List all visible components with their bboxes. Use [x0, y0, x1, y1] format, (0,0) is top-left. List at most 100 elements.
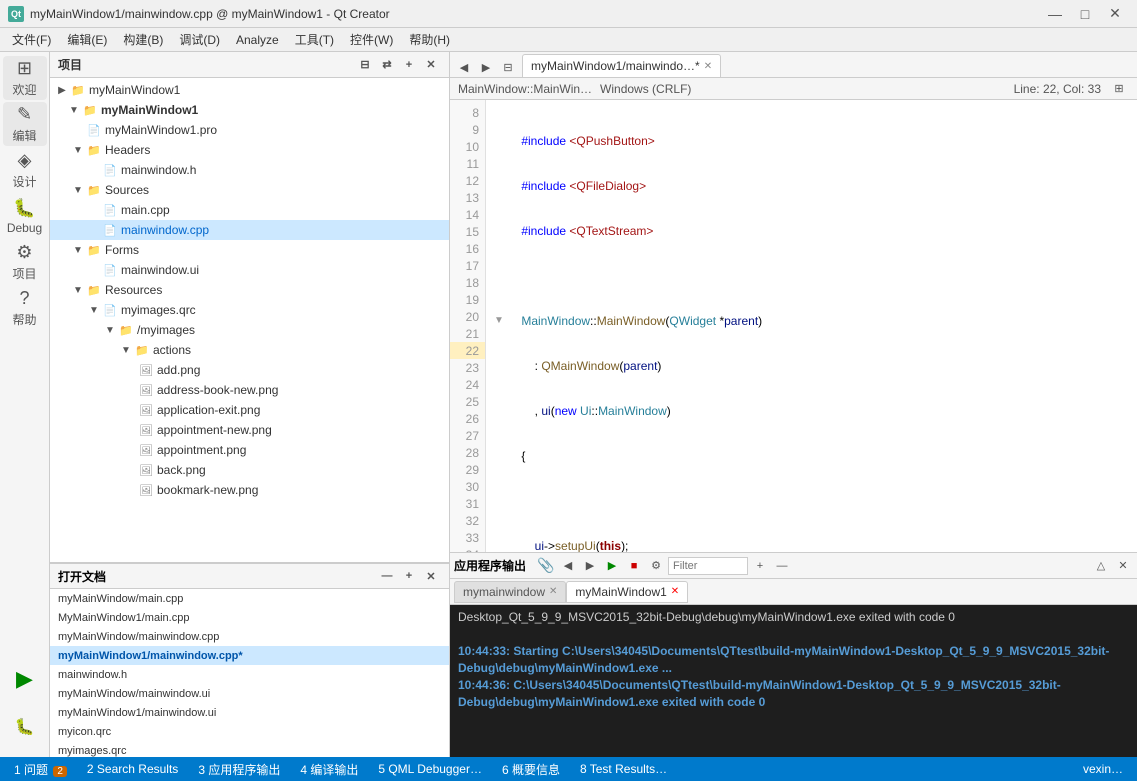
sidebar-edit-btn[interactable]: ✎ 编辑	[3, 102, 47, 146]
nav-forward-btn[interactable]: ▶	[476, 57, 496, 77]
minimize-button[interactable]: —	[1041, 0, 1069, 28]
maximize-button[interactable]: □	[1071, 0, 1099, 28]
status-compileoutput[interactable]: 4 编译输出	[294, 761, 364, 778]
output-stop-btn[interactable]: ■	[624, 556, 644, 576]
output-filter-input[interactable]	[668, 557, 748, 575]
tree-item-app-png[interactable]: 🖼 appointment.png	[50, 440, 449, 460]
docs-pin-btn[interactable]: +	[399, 566, 419, 586]
panel-filter-btn[interactable]: ⊟	[355, 55, 375, 75]
tree-item-back-png[interactable]: 🖼 back.png	[50, 460, 449, 480]
tree-toggle[interactable]: ▼	[70, 142, 86, 158]
output-zoomout-btn[interactable]: —	[772, 556, 792, 576]
status-appoutput[interactable]: 3 应用程序输出	[192, 761, 286, 778]
tree-toggle[interactable]: ▶	[54, 82, 70, 98]
open-doc-mainwindow-ui-mymain1[interactable]: myMainWindow1/mainwindow.ui	[50, 703, 449, 722]
nav-back-btn[interactable]: ◀	[454, 57, 474, 77]
menu-debug[interactable]: 调试(D)	[171, 29, 228, 50]
code-content[interactable]: #include <QPushButton> #include <QFileDi…	[486, 100, 1137, 552]
tree-item-mainwindow-h[interactable]: 📄 mainwindow.h	[50, 160, 449, 180]
tree-toggle[interactable]: ▼	[70, 182, 86, 198]
output-zoomin-btn[interactable]: +	[750, 556, 770, 576]
output-tab-close[interactable]: ✕	[671, 586, 679, 597]
sidebar-project-btn[interactable]: ⚙ 项目	[3, 240, 47, 284]
tree-toggle[interactable]: ▼	[102, 322, 118, 338]
menu-tools[interactable]: 工具(T)	[287, 29, 342, 50]
tree-item-appexit-png[interactable]: 🖼 application-exit.png	[50, 400, 449, 420]
output-settings-btn[interactable]: ⚙	[646, 556, 666, 576]
status-vexin[interactable]: vexin…	[1077, 762, 1129, 776]
tree-item-sources[interactable]: ▼ 📁 Sources	[50, 180, 449, 200]
tree-item-mainwindow-cpp[interactable]: 📄 mainwindow.cpp	[50, 220, 449, 240]
open-doc-mainwindow-mymain[interactable]: myMainWindow/mainwindow.cpp	[50, 627, 449, 646]
tree-item-headers[interactable]: ▼ 📁 Headers	[50, 140, 449, 160]
menu-help[interactable]: 帮助(H)	[401, 29, 458, 50]
tree-item-resources[interactable]: ▼ 📁 Resources	[50, 280, 449, 300]
panel-sync-btn[interactable]: ⇄	[377, 55, 397, 75]
output-run-btn[interactable]: ▶	[602, 556, 622, 576]
docs-close-btn[interactable]: ✕	[421, 566, 441, 586]
open-doc-mainwindow-ui-mymain[interactable]: myMainWindow/mainwindow.ui	[50, 684, 449, 703]
panel-close-btn[interactable]: ✕	[421, 55, 441, 75]
sidebar-debug-btn[interactable]: 🐛 Debug	[3, 194, 47, 238]
tree-toggle[interactable]: ▼	[70, 242, 86, 258]
menu-edit[interactable]: 编辑(E)	[59, 29, 115, 50]
tree-toggle[interactable]: ▼	[118, 342, 134, 358]
tree-toggle[interactable]: ▼	[70, 282, 86, 298]
tree-item-mymainwindow1[interactable]: ▼ 📁 myMainWindow1	[50, 100, 449, 120]
open-doc-myicon-qrc[interactable]: myicon.qrc	[50, 722, 449, 741]
status-qml[interactable]: 5 QML Debugger…	[372, 762, 488, 776]
tree-item-pro[interactable]: 📄 myMainWindow1.pro	[50, 120, 449, 140]
tree-item-booknew-png[interactable]: 🖼 bookmark-new.png	[50, 480, 449, 500]
help-label: 帮助	[12, 311, 36, 328]
split-editor-btn[interactable]: ⊞	[1109, 79, 1129, 99]
open-doc-myimages-qrc[interactable]: myimages.qrc	[50, 741, 449, 757]
sidebar-welcome-btn[interactable]: ⊞ 欢迎	[3, 56, 47, 100]
output-next-btn[interactable]: ▶	[580, 556, 600, 576]
menu-build[interactable]: 构建(B)	[115, 29, 171, 50]
cpp-file-icon: 📄	[102, 202, 118, 218]
tree-item-actions[interactable]: ▼ 📁 actions	[50, 340, 449, 360]
output-tab-mymainwindow1[interactable]: myMainWindow1 ✕	[566, 581, 688, 603]
folder-icon: 📁	[86, 142, 102, 158]
tree-item-mymainwindow[interactable]: ▶ 📁 myMainWindow1	[50, 80, 449, 100]
output-tab-close[interactable]: ✕	[549, 586, 557, 597]
tree-item-myimages[interactable]: ▼ 📁 /myimages	[50, 320, 449, 340]
tree-item-forms[interactable]: ▼ 📁 Forms	[50, 240, 449, 260]
tree-item-myimages-qrc[interactable]: ▼ 📄 myimages.qrc	[50, 300, 449, 320]
folder-icon: 📁	[70, 82, 86, 98]
menu-file[interactable]: 文件(F)	[4, 29, 59, 50]
open-doc-main-mymain1[interactable]: MyMainWindow1/main.cpp	[50, 608, 449, 627]
open-doc-mainwindow-mymain1[interactable]: myMainWindow1/mainwindow.cpp*	[50, 646, 449, 665]
status-testresults[interactable]: 8 Test Results…	[574, 762, 673, 776]
panel-add-btn[interactable]: +	[399, 55, 419, 75]
menu-analyze[interactable]: Analyze	[228, 31, 287, 49]
output-attach-btn[interactable]: 📎	[536, 556, 556, 576]
status-search[interactable]: 2 Search Results	[81, 762, 184, 776]
tree-item-appnew-png[interactable]: 🖼 appointment-new.png	[50, 420, 449, 440]
tree-item-add-png[interactable]: 🖼 add.png	[50, 360, 449, 380]
output-maximize-btn[interactable]: △	[1091, 556, 1111, 576]
tab-close-btn[interactable]: ✕	[704, 61, 712, 72]
tree-item-main-cpp[interactable]: 📄 main.cpp	[50, 200, 449, 220]
tree-toggle[interactable]: ▼	[66, 102, 82, 118]
tree-toggle[interactable]: ▼	[86, 302, 102, 318]
status-summary[interactable]: 6 概要信息	[496, 761, 566, 778]
nav-split-btn[interactable]: ⊟	[498, 57, 518, 77]
debug-run-button[interactable]: 🐛	[3, 705, 47, 749]
sidebar-design-btn[interactable]: ◈ 设计	[3, 148, 47, 192]
run-button[interactable]: ▶	[3, 657, 47, 701]
output-prev-btn[interactable]: ◀	[558, 556, 578, 576]
editor-tab-info: MainWindow::MainWin… Windows (CRLF) Line…	[450, 78, 1137, 100]
output-close-btn[interactable]: ✕	[1113, 556, 1133, 576]
status-problems[interactable]: 1 问题 2	[8, 761, 73, 778]
menu-controls[interactable]: 控件(W)	[342, 29, 401, 50]
open-doc-mainwindow-h[interactable]: mainwindow.h	[50, 665, 449, 684]
editor-tab-mainwindow[interactable]: myMainWindow1/mainwindo…* ✕	[522, 54, 721, 78]
tree-item-mainwindow-ui[interactable]: 📄 mainwindow.ui	[50, 260, 449, 280]
sidebar-help-btn[interactable]: ? 帮助	[3, 286, 47, 330]
close-button[interactable]: ✕	[1101, 0, 1129, 28]
output-tab-mymainwindow[interactable]: mymainwindow ✕	[454, 581, 566, 603]
tree-item-address-png[interactable]: 🖼 address-book-new.png	[50, 380, 449, 400]
open-doc-main-mymain[interactable]: myMainWindow/main.cpp	[50, 589, 449, 608]
docs-minimize-btn[interactable]: —	[377, 566, 397, 586]
